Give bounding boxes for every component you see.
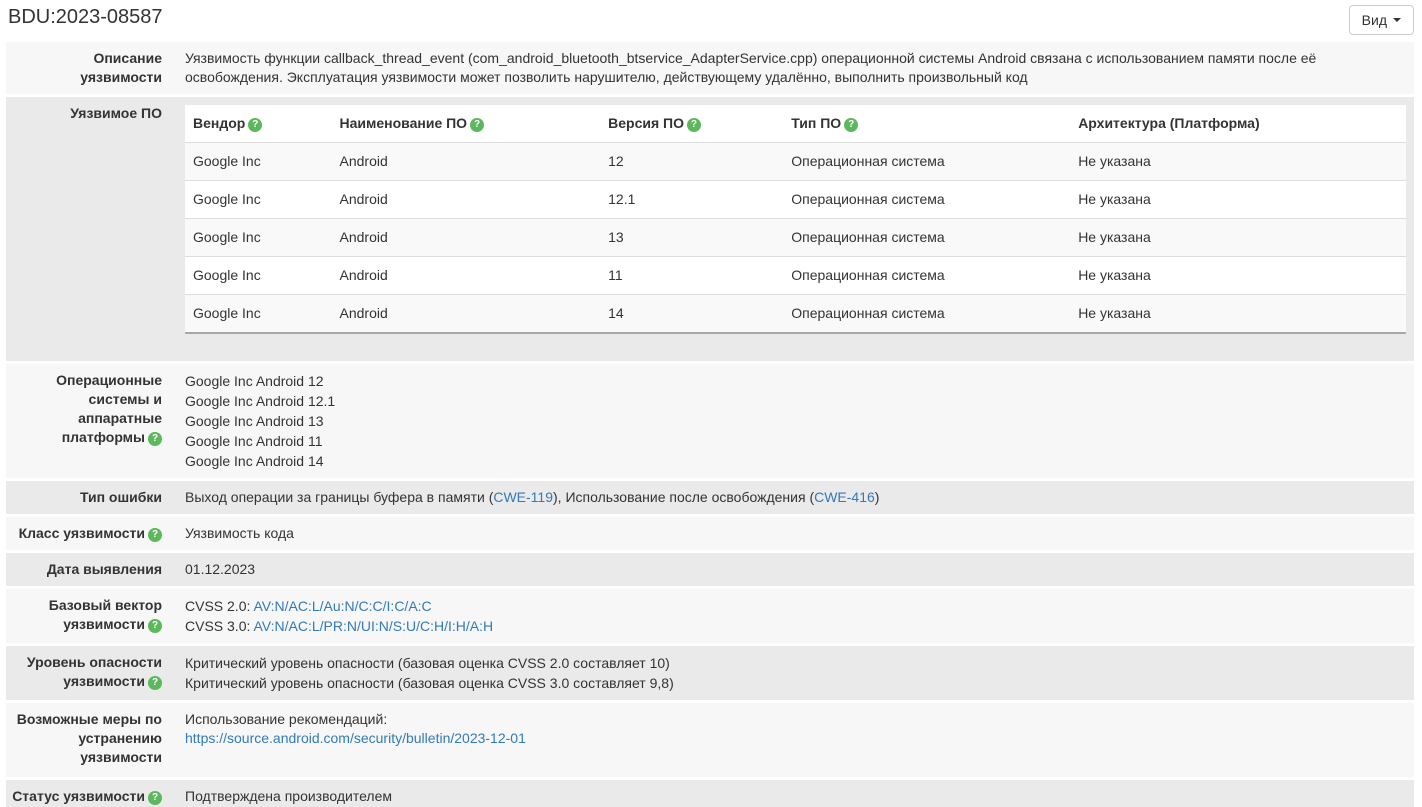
vulnerability-detail-table: Описание уязвимости Уязвимость функции c… [6,42,1414,807]
row-severity-value: Критический уровень опасности (базовая о… [171,646,1414,700]
row-vulnerability-class: Класс уязвимости Уязвимость кода [6,517,1414,553]
row-severity-label: Уровень опасности уязвимости [27,654,162,689]
help-icon[interactable] [687,118,701,132]
table-row: Google Inc Android 12.1 Операционная сис… [185,181,1406,219]
row-vulnerable-software-label: Уязвимое ПО [6,97,171,361]
row-severity: Уровень опасности уязвимости Критический… [6,646,1414,703]
table-row: Google Inc Android 11 Операционная систе… [185,257,1406,295]
row-description-value: Уязвимость функции callback_thread_event… [171,42,1414,94]
cell-software-type: Операционная система [783,181,1070,219]
cell-architecture: Не указана [1070,219,1406,257]
row-remediation-label: Возможные меры по устранению уязвимости [6,703,171,777]
severity-line-cvss3: Критический уровень опасности (базовая о… [185,673,1406,693]
cvss2-prefix: CVSS 2.0: [185,598,250,614]
cell-version: 14 [600,295,783,334]
help-icon[interactable] [148,432,162,446]
cell-software-name: Android [332,219,601,257]
cell-software-type: Операционная система [783,257,1070,295]
cell-software-type: Операционная система [783,295,1070,334]
vulnerable-software-table: Вендор Наименование ПО Версия ПО Тип ПО … [185,105,1406,334]
row-detection-date-label: Дата выявления [6,553,171,586]
cell-software-name: Android [332,257,601,295]
caret-down-icon [1393,18,1401,22]
view-dropdown-button[interactable]: Вид [1349,5,1414,35]
column-header: Наименование ПО [332,105,601,143]
help-icon[interactable] [470,118,484,132]
cwe-119-link[interactable]: CWE-119 [493,489,553,505]
help-icon[interactable] [248,118,262,132]
row-error-type-value: Выход операции за границы буфера в памят… [171,481,1414,514]
cvss3-prefix: CVSS 3.0: [185,618,250,634]
cell-software-type: Операционная система [783,143,1070,181]
cell-version: 13 [600,219,783,257]
top-bar: BDU:2023-08587 Вид [0,0,1422,42]
cell-vendor: Google Inc [185,257,332,295]
os-platform-item: Google Inc Android 13 [185,411,1406,431]
cell-software-name: Android [332,295,601,334]
error-type-text: ) [875,489,880,505]
cell-software-name: Android [332,143,601,181]
row-base-vector-label: Базовый вектор уязвимости [49,597,162,632]
error-type-text: ), Использование после освобождения ( [553,489,814,505]
cell-vendor: Google Inc [185,219,332,257]
row-status-label: Статус уязвимости [12,788,145,804]
row-os-platforms-value: Google Inc Android 12 Google Inc Android… [171,364,1414,478]
row-error-type-label: Тип ошибки [6,481,171,514]
row-vulnerable-software: Уязвимое ПО Вендор Наименование ПО Верси… [6,97,1414,364]
row-status-value: Подтверждена производителем [171,780,1414,807]
table-row: Google Inc Android 12 Операционная систе… [185,143,1406,181]
row-remediation-value: Использование рекомендаций: https://sour… [171,703,1414,777]
row-description-label: Описание уязвимости [6,42,171,94]
vulnerable-software-header-row: Вендор Наименование ПО Версия ПО Тип ПО … [185,105,1406,143]
table-row: Google Inc Android 14 Операционная систе… [185,295,1406,334]
cell-vendor: Google Inc [185,181,332,219]
row-detection-date-value: 01.12.2023 [171,553,1414,586]
row-base-vector-value: CVSS 2.0: AV:N/AC:L/Au:N/C:C/I:C/A:C CVS… [171,589,1414,643]
help-icon[interactable] [844,118,858,132]
cell-version: 12 [600,143,783,181]
os-platform-item: Google Inc Android 12.1 [185,391,1406,411]
cvss3-vector-link[interactable]: AV:N/AC:L/PR:N/UI:N/S:U/C:H/I:H/A:H [254,618,494,634]
cell-software-type: Операционная система [783,219,1070,257]
row-remediation: Возможные меры по устранению уязвимости … [6,703,1414,780]
security-bulletin-link[interactable]: https://source.android.com/security/bull… [185,730,526,746]
cell-software-name: Android [332,181,601,219]
row-vulnerability-class-label: Класс уязвимости [19,525,145,541]
row-base-vector: Базовый вектор уязвимости CVSS 2.0: AV:N… [6,589,1414,646]
cell-vendor: Google Inc [185,143,332,181]
column-header: Архитектура (Платформа) [1070,105,1406,143]
cell-architecture: Не указана [1070,295,1406,334]
cell-architecture: Не указана [1070,143,1406,181]
row-description: Описание уязвимости Уязвимость функции c… [6,42,1414,97]
column-header: Тип ПО [783,105,1070,143]
row-error-type: Тип ошибки Выход операции за границы буф… [6,481,1414,517]
help-icon[interactable] [148,676,162,690]
row-detection-date: Дата выявления 01.12.2023 [6,553,1414,589]
table-row: Google Inc Android 13 Операционная систе… [185,219,1406,257]
row-vulnerability-class-value: Уязвимость кода [171,517,1414,550]
os-platform-item: Google Inc Android 11 [185,431,1406,451]
help-icon[interactable] [148,791,162,805]
cell-version: 12.1 [600,181,783,219]
os-platform-item: Google Inc Android 12 [185,371,1406,391]
cell-architecture: Не указана [1070,257,1406,295]
cell-vendor: Google Inc [185,295,332,334]
severity-line-cvss2: Критический уровень опасности (базовая о… [185,653,1406,673]
column-header: Вендор [185,105,332,143]
os-platform-item: Google Inc Android 14 [185,451,1406,471]
view-dropdown-label: Вид [1362,11,1387,29]
row-os-platforms: Операционные системы и аппаратные платфо… [6,364,1414,481]
help-icon[interactable] [148,528,162,542]
row-os-platforms-label: Операционные системы и аппаратные платфо… [56,372,162,445]
cell-version: 11 [600,257,783,295]
cwe-416-link[interactable]: CWE-416 [814,489,875,505]
cvss2-vector-link[interactable]: AV:N/AC:L/Au:N/C:C/I:C/A:C [254,598,432,614]
row-status: Статус уязвимости Подтверждена производи… [6,780,1414,807]
cell-architecture: Не указана [1070,181,1406,219]
column-header: Версия ПО [600,105,783,143]
page-title: BDU:2023-08587 [8,5,163,29]
help-icon[interactable] [148,619,162,633]
remediation-text: Использование рекомендаций: [185,710,1406,729]
error-type-text: Выход операции за границы буфера в памят… [185,489,493,505]
